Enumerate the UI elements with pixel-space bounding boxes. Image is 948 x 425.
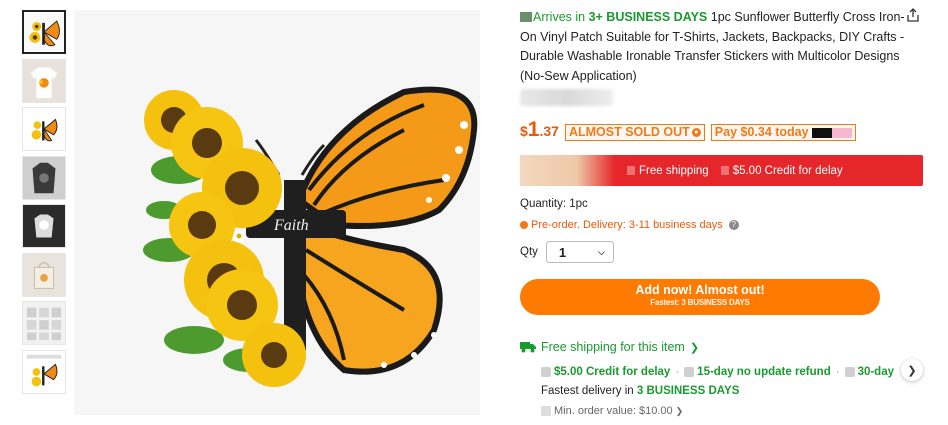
thumbnail-6[interactable]: [22, 252, 66, 297]
arrives-days: 3+ BUSINESS DAYS: [588, 10, 708, 24]
add-to-cart-button[interactable]: Add now! Almost out! Fastest: 3 BUSINESS…: [520, 279, 880, 315]
almost-sold-out-badge: ALMOST SOLD OUT ●: [564, 124, 705, 141]
benefits-next-button[interactable]: ❯: [901, 359, 923, 381]
chevron-down-icon: ⌵: [598, 246, 605, 257]
blurred-rating: [520, 89, 613, 106]
credit-icon: [541, 367, 551, 377]
thumbnail-5[interactable]: [22, 204, 66, 248]
quantity-info: Quantity: 1pc: [520, 198, 588, 210]
thumbnail-4[interactable]: [22, 155, 66, 200]
benefit-return: 30-day: [844, 366, 894, 378]
min-order[interactable]: Min. order value: $10.00 ❯: [541, 405, 683, 417]
main-product-image[interactable]: Faith: [74, 10, 480, 415]
promo-bar: Free shipping $5.00 Credit for delay: [520, 155, 923, 186]
product-info: Arrives in 3+ BUSINESS DAYS 1pc Sunflowe…: [520, 8, 925, 86]
help-icon[interactable]: ?: [728, 220, 739, 230]
thumbnail-3[interactable]: [22, 107, 66, 151]
info-icon: ●: [691, 128, 701, 137]
cta-sublabel: Fastest: 3 BUSINESS DAYS: [650, 298, 750, 307]
preorder-info: Pre-order. Delivery: 3-11 business days …: [520, 219, 739, 231]
thumbnail-1[interactable]: [22, 10, 66, 54]
pay-today-badge[interactable]: Pay $0.34 today: [710, 124, 856, 141]
free-shipping-link[interactable]: Free shipping for this item ❯: [520, 340, 699, 354]
min-order-icon: [541, 406, 551, 416]
product-title: Arrives in 3+ BUSINESS DAYS 1pc Sunflowe…: [520, 8, 905, 86]
promo-credit: $5.00 Credit for delay: [720, 165, 843, 177]
qty-select[interactable]: 1 ⌵: [545, 241, 614, 263]
price-row: $1.37 ALMOST SOLD OUT ● Pay $0.34 today: [520, 118, 856, 142]
share-icon[interactable]: [906, 8, 920, 22]
preorder-icon: [520, 221, 528, 229]
qty-row: Qty 1 ⌵: [520, 241, 614, 263]
return-icon: [844, 367, 855, 377]
price: $1.37: [520, 118, 559, 141]
promo-free-shipping: Free shipping: [627, 165, 709, 177]
thumbnail-8[interactable]: [22, 349, 66, 394]
chevron-right-icon: ❯: [675, 405, 684, 416]
thumbnail-strip: [22, 10, 66, 398]
truck-icon: [627, 166, 635, 175]
refund-icon: [684, 367, 695, 377]
klarna-logo: [811, 127, 852, 138]
chevron-right-icon: ❯: [907, 364, 917, 377]
delivery-icon: [520, 12, 532, 22]
svg-text:Faith: Faith: [273, 217, 309, 234]
fastest-delivery: Fastest delivery in 3 BUSINESS DAYS: [541, 385, 740, 397]
shipping-benefits: $5.00 Credit for delay · 15-day no updat…: [541, 364, 902, 380]
cta-label: Add now! Almost out!: [635, 283, 765, 297]
qty-label: Qty: [520, 246, 538, 258]
chevron-right-icon: ❯: [689, 341, 700, 354]
arrives-prefix: Arrives in: [533, 10, 586, 24]
benefit-credit: $5.00 Credit for delay: [541, 366, 670, 378]
credit-icon: [720, 166, 729, 175]
thumbnail-7[interactable]: [22, 301, 66, 345]
benefit-refund: 15-day no update refund: [684, 366, 831, 378]
truck-icon: [520, 342, 536, 353]
thumbnail-2[interactable]: [22, 58, 66, 103]
